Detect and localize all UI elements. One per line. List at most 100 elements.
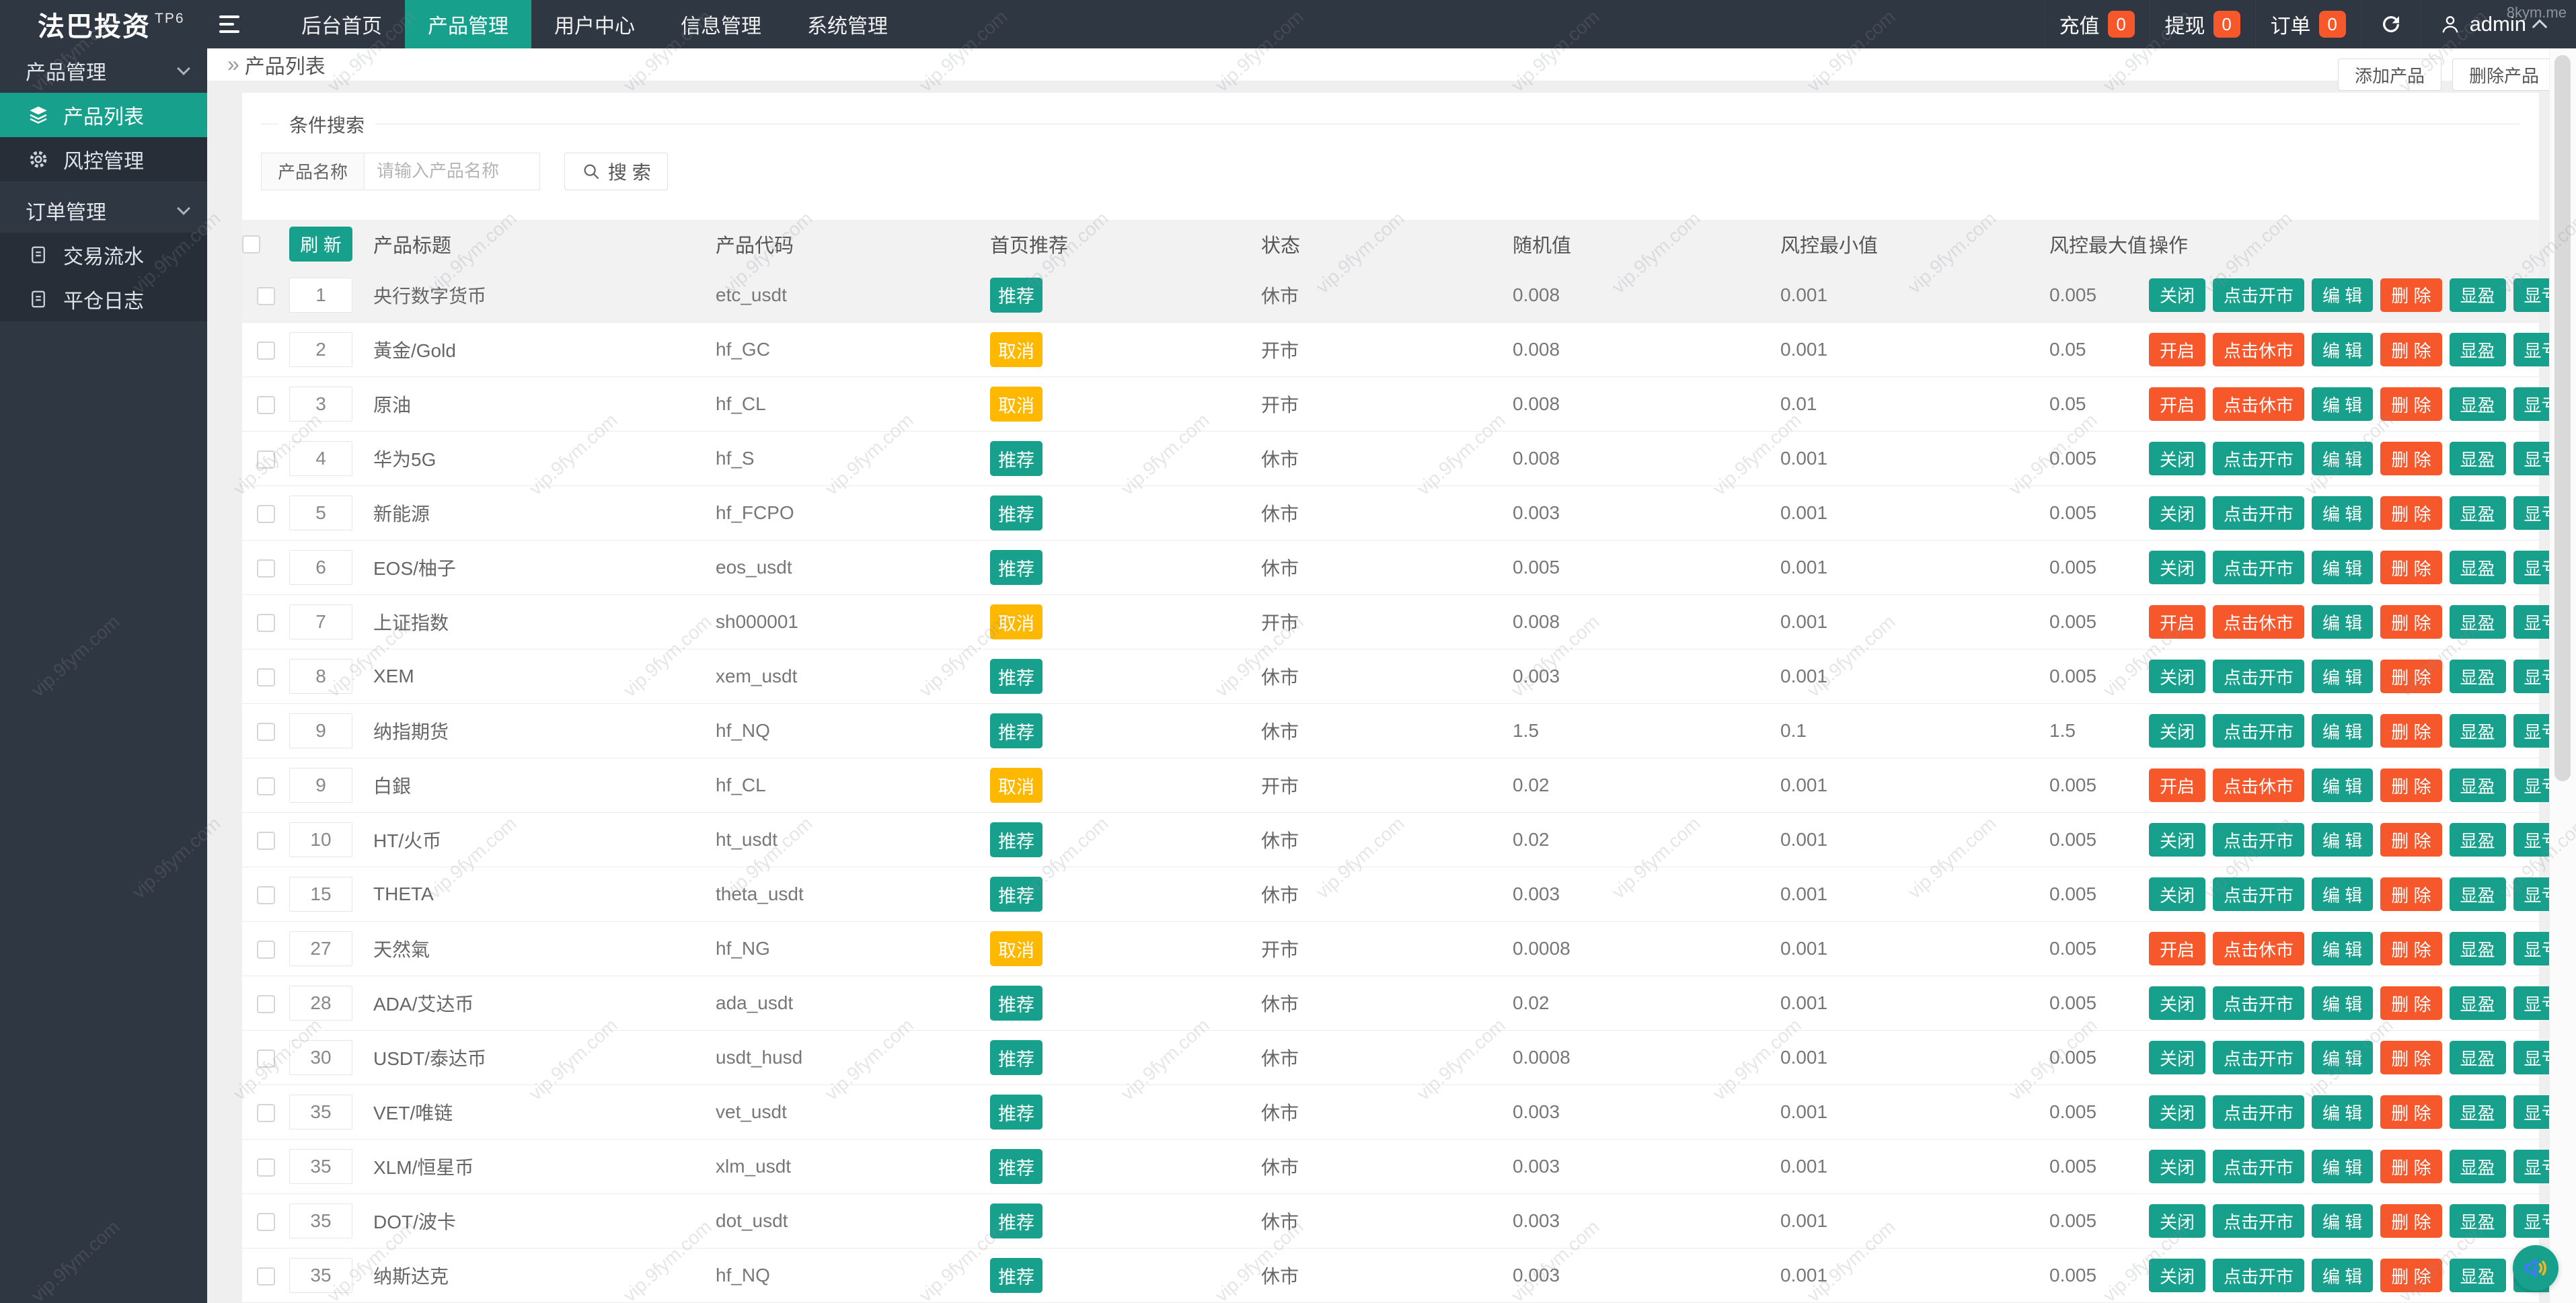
row-sort-input[interactable] <box>289 1258 352 1293</box>
row-recommend-button[interactable]: 推荐 <box>990 1149 1043 1184</box>
row-checkbox[interactable] <box>256 505 275 524</box>
row-sort-input[interactable] <box>289 822 352 857</box>
op-close-market-button[interactable]: 点击休市 <box>2213 932 2305 965</box>
row-recommend-button[interactable]: 推荐 <box>990 1095 1043 1130</box>
op-close-button[interactable]: 关闭 <box>2149 1041 2206 1074</box>
row-recommend-button[interactable]: 推荐 <box>990 550 1043 585</box>
op-open-market-button[interactable]: 点击开市 <box>2213 1095 2305 1129</box>
op-delete-button[interactable]: 删 除 <box>2380 714 2442 748</box>
op-show-profit-button[interactable]: 显盈 <box>2449 877 2506 911</box>
op-delete-button[interactable]: 删 除 <box>2380 278 2442 312</box>
op-delete-button[interactable]: 删 除 <box>2380 1150 2442 1183</box>
recharge-stat[interactable]: 充值 0 <box>2043 0 2150 48</box>
op-show-profit-button[interactable]: 显盈 <box>2449 333 2506 366</box>
row-checkbox[interactable] <box>256 1050 275 1068</box>
op-delete-button[interactable]: 删 除 <box>2380 986 2442 1020</box>
op-show-profit-button[interactable]: 显盈 <box>2449 442 2506 475</box>
op-close-button[interactable]: 关闭 <box>2149 986 2206 1020</box>
row-sort-input[interactable] <box>289 659 352 694</box>
row-sort-input[interactable] <box>289 931 352 966</box>
row-checkbox[interactable] <box>256 286 275 305</box>
row-checkbox[interactable] <box>256 1158 275 1177</box>
op-open-market-button[interactable]: 点击开市 <box>2213 1150 2305 1183</box>
sidebar-item-risk-control[interactable]: 风控管理 <box>0 137 207 182</box>
op-close-market-button[interactable]: 点击休市 <box>2213 768 2305 802</box>
op-show-profit-button[interactable]: 显盈 <box>2449 1041 2506 1074</box>
op-show-profit-button[interactable]: 显盈 <box>2449 986 2506 1020</box>
op-enable-button[interactable]: 开启 <box>2149 605 2206 639</box>
scrollbar-track[interactable] <box>2549 48 2576 1303</box>
op-close-market-button[interactable]: 点击休市 <box>2213 605 2305 639</box>
row-recommend-button[interactable]: 取消 <box>990 387 1043 422</box>
row-sort-input[interactable] <box>289 277 352 313</box>
op-open-market-button[interactable]: 点击开市 <box>2213 1204 2305 1238</box>
row-sort-input[interactable] <box>289 1095 352 1130</box>
op-edit-button[interactable]: 编 辑 <box>2312 714 2374 748</box>
op-close-button[interactable]: 关闭 <box>2149 278 2206 312</box>
row-sort-input[interactable] <box>289 387 352 422</box>
op-delete-button[interactable]: 删 除 <box>2380 1041 2442 1074</box>
row-sort-input[interactable] <box>289 1203 352 1238</box>
product-name-input[interactable] <box>364 152 541 190</box>
search-button[interactable]: 搜 索 <box>564 152 668 190</box>
op-show-profit-button[interactable]: 显盈 <box>2449 768 2506 802</box>
top-menu-home[interactable]: 后台首页 <box>278 0 405 48</box>
row-checkbox[interactable] <box>256 614 275 633</box>
op-delete-button[interactable]: 删 除 <box>2380 333 2442 366</box>
op-open-market-button[interactable]: 点击开市 <box>2213 877 2305 911</box>
refresh-icon[interactable] <box>2360 0 2421 48</box>
row-recommend-button[interactable]: 推荐 <box>990 441 1043 476</box>
row-recommend-button[interactable]: 推荐 <box>990 1203 1043 1238</box>
op-delete-button[interactable]: 删 除 <box>2380 660 2442 693</box>
op-show-profit-button[interactable]: 显盈 <box>2449 932 2506 965</box>
op-edit-button[interactable]: 编 辑 <box>2312 1095 2374 1129</box>
op-edit-button[interactable]: 编 辑 <box>2312 551 2374 584</box>
op-open-market-button[interactable]: 点击开市 <box>2213 714 2305 748</box>
op-show-profit-button[interactable]: 显盈 <box>2449 1095 2506 1129</box>
row-checkbox[interactable] <box>256 777 275 796</box>
op-open-market-button[interactable]: 点击开市 <box>2213 278 2305 312</box>
op-show-profit-button[interactable]: 显盈 <box>2449 605 2506 639</box>
sidebar-section-orders[interactable]: 订单管理 <box>0 188 207 233</box>
op-edit-button[interactable]: 编 辑 <box>2312 877 2374 911</box>
row-checkbox[interactable] <box>256 723 275 742</box>
op-edit-button[interactable]: 编 辑 <box>2312 660 2374 693</box>
row-recommend-button[interactable]: 推荐 <box>990 1040 1043 1075</box>
op-close-button[interactable]: 关闭 <box>2149 1150 2206 1183</box>
sidebar-toggle-icon[interactable] <box>207 0 252 48</box>
op-edit-button[interactable]: 编 辑 <box>2312 986 2374 1020</box>
row-checkbox[interactable] <box>256 941 275 959</box>
delete-product-button[interactable]: 删除产品 <box>2452 58 2556 91</box>
op-delete-button[interactable]: 删 除 <box>2380 442 2442 475</box>
op-edit-button[interactable]: 编 辑 <box>2312 442 2374 475</box>
row-checkbox[interactable] <box>256 450 275 469</box>
op-edit-button[interactable]: 编 辑 <box>2312 333 2374 366</box>
op-open-market-button[interactable]: 点击开市 <box>2213 823 2305 857</box>
row-checkbox[interactable] <box>256 1104 275 1123</box>
row-recommend-button[interactable]: 推荐 <box>990 713 1043 748</box>
row-checkbox[interactable] <box>256 342 275 360</box>
op-edit-button[interactable]: 编 辑 <box>2312 823 2374 857</box>
op-edit-button[interactable]: 编 辑 <box>2312 278 2374 312</box>
row-sort-input[interactable] <box>289 877 352 912</box>
op-show-profit-button[interactable]: 显盈 <box>2449 278 2506 312</box>
op-edit-button[interactable]: 编 辑 <box>2312 1041 2374 1074</box>
op-edit-button[interactable]: 编 辑 <box>2312 1150 2374 1183</box>
sidebar-section-products[interactable]: 产品管理 <box>0 48 207 93</box>
row-recommend-button[interactable]: 取消 <box>990 768 1043 803</box>
op-open-market-button[interactable]: 点击开市 <box>2213 551 2305 584</box>
op-enable-button[interactable]: 开启 <box>2149 932 2206 965</box>
op-delete-button[interactable]: 删 除 <box>2380 1095 2442 1129</box>
row-sort-input[interactable] <box>289 441 352 476</box>
op-close-button[interactable]: 关闭 <box>2149 442 2206 475</box>
row-sort-input[interactable] <box>289 986 352 1021</box>
row-recommend-button[interactable]: 推荐 <box>990 1258 1043 1293</box>
op-close-button[interactable]: 关闭 <box>2149 660 2206 693</box>
row-sort-input[interactable] <box>289 496 352 530</box>
row-recommend-button[interactable]: 推荐 <box>990 659 1043 694</box>
sound-toggle-button[interactable] <box>2513 1245 2559 1291</box>
op-delete-button[interactable]: 删 除 <box>2380 768 2442 802</box>
op-open-market-button[interactable]: 点击开市 <box>2213 496 2305 530</box>
op-open-market-button[interactable]: 点击开市 <box>2213 986 2305 1020</box>
op-show-profit-button[interactable]: 显盈 <box>2449 714 2506 748</box>
